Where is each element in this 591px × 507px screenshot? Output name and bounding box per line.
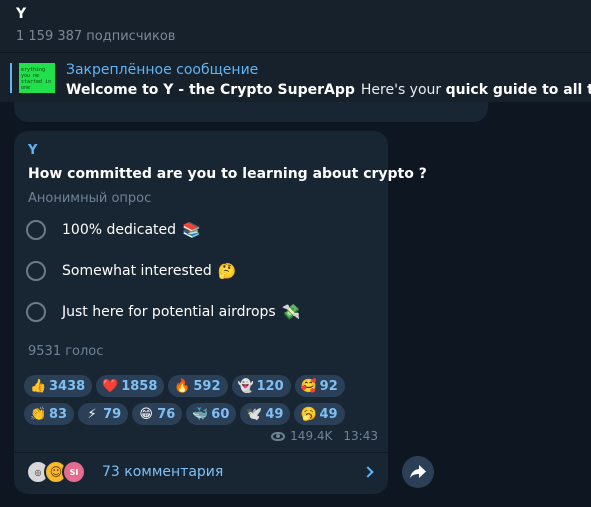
- pinned-thumbnail: erything you ne started in one: [19, 63, 55, 93]
- reaction-count: 76: [157, 406, 176, 422]
- smiling-hearts-icon: 🥰: [300, 378, 317, 394]
- reactions: 👍 3438 ❤️ 1858 🔥 592 👻 120 🥰 92 👏 83 ⚡ 79 😁 76 🐳 60 🕊️ 49 🥱…: [24, 375, 384, 431]
- pinned-text-normal: Here's your: [360, 82, 442, 98]
- divider: [14, 452, 388, 453]
- post-author: Y: [28, 143, 38, 158]
- reaction-count: 49: [319, 406, 338, 422]
- poll-option-3[interactable]: Just here for potential airdrops 💸: [26, 298, 376, 326]
- share-icon: [410, 465, 426, 478]
- reaction-ghost[interactable]: 👻 120: [231, 375, 291, 397]
- poll-option-2[interactable]: Somewhat interested 🤔: [26, 257, 376, 285]
- reaction-fire[interactable]: 🔥 592: [168, 375, 228, 397]
- ghost-icon: 👻: [237, 378, 254, 394]
- pinned-label: Закреплённое сообщение: [66, 62, 259, 78]
- reaction-count: 60: [211, 406, 230, 422]
- radio-button[interactable]: [26, 220, 46, 240]
- books-icon: 📚: [182, 221, 201, 239]
- whale-icon: 🐳: [192, 406, 209, 422]
- grin-icon: 😁: [139, 406, 153, 422]
- comments-label: 73 комментария: [102, 464, 224, 480]
- chevron-right-icon: [362, 466, 374, 478]
- share-button[interactable]: [402, 456, 434, 488]
- vote-count: 9531 голос: [28, 344, 104, 359]
- reaction-lightning[interactable]: ⚡ 79: [78, 403, 129, 425]
- message-time: 13:43: [343, 429, 378, 443]
- reactions-row: 👍 3438 ❤️ 1858 🔥 592 👻 120 🥰 92: [24, 375, 384, 397]
- heart-icon: ❤️: [102, 378, 119, 394]
- reaction-count: 3438: [49, 378, 86, 394]
- reaction-dove[interactable]: 🕊️ 49: [240, 403, 291, 425]
- commenter-avatars: ◎ ☺ SI: [24, 459, 94, 485]
- poll-type: Анонимный опрос: [28, 191, 152, 206]
- fire-icon: 🔥: [174, 378, 191, 394]
- reaction-thumbs-up[interactable]: 👍 3438: [24, 375, 93, 397]
- poll-question: How committed are you to learning about …: [28, 166, 427, 182]
- pinned-text-bold2: quick guide to all things Y N: [445, 82, 591, 98]
- thinking-face-icon: 🤔: [217, 262, 237, 280]
- avatar: SI: [62, 460, 86, 484]
- comments-button[interactable]: ◎ ☺ SI 73 комментария: [24, 457, 378, 487]
- thumbs-up-icon: 👍: [30, 378, 47, 394]
- poll-option-1[interactable]: 100% dedicated 📚: [26, 216, 376, 244]
- poll-option-label: Somewhat interested: [62, 263, 212, 279]
- poll-option-label: Just here for potential airdrops: [62, 304, 276, 320]
- channel-header[interactable]: Y 1 159 387 подписчиков: [0, 0, 591, 52]
- pinned-indicator: [10, 63, 12, 93]
- reaction-count: 79: [103, 406, 122, 422]
- yawn-icon: 🥱: [300, 406, 317, 422]
- clap-icon: 👏: [30, 406, 47, 422]
- reaction-count: 49: [265, 406, 284, 422]
- reaction-whale[interactable]: 🐳 60: [186, 403, 237, 425]
- eye-icon: [271, 431, 286, 441]
- reaction-count: 592: [193, 378, 221, 394]
- channel-title: Y: [16, 6, 27, 22]
- pinned-text-bold: Welcome to Y - the Crypto SuperApp: [66, 82, 355, 98]
- lightning-icon: ⚡: [87, 406, 97, 422]
- radio-button[interactable]: [26, 302, 46, 322]
- poll-option-label: 100% dedicated: [62, 222, 177, 238]
- reactions-row: 👏 83 ⚡ 79 😁 76 🐳 60 🕊️ 49 🥱 49: [24, 403, 384, 425]
- pinned-text: Welcome to Y - the Crypto SuperApp Here's…: [66, 82, 591, 98]
- money-wings-icon: 💸: [281, 303, 301, 321]
- reaction-count: 92: [319, 378, 338, 394]
- reaction-smiling-hearts[interactable]: 🥰 92: [294, 375, 345, 397]
- pinned-message-bar[interactable]: erything you ne started in one Закреплён…: [0, 52, 591, 102]
- reaction-grin[interactable]: 😁 76: [132, 403, 183, 425]
- reaction-yawn[interactable]: 🥱 49: [294, 403, 345, 425]
- radio-button[interactable]: [26, 261, 46, 281]
- reaction-count: 1858: [121, 378, 158, 394]
- view-count: 149.4K: [290, 429, 333, 443]
- reaction-clap[interactable]: 👏 83: [24, 403, 75, 425]
- poll-message: Y How committed are you to learning abou…: [14, 131, 427, 494]
- subscriber-count: 1 159 387 подписчиков: [16, 29, 176, 44]
- reaction-count: 120: [256, 378, 284, 394]
- reaction-heart[interactable]: ❤️ 1858: [96, 375, 165, 397]
- dove-icon: 🕊️: [246, 406, 263, 422]
- message-meta: 149.4K 13:43: [271, 429, 378, 443]
- previous-message-bubble: [14, 102, 488, 122]
- reaction-count: 83: [49, 406, 68, 422]
